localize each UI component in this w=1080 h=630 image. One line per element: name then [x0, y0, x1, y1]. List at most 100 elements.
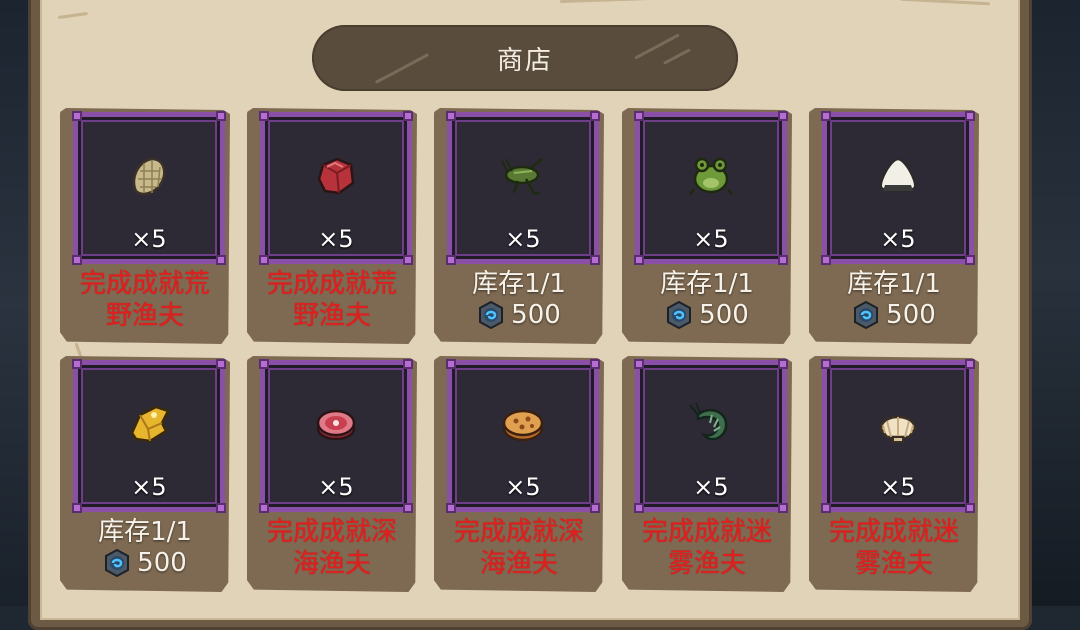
item-quantity: ×5	[505, 473, 541, 501]
slot-corner-gem	[778, 111, 788, 121]
item-quantity: ×5	[131, 225, 167, 253]
slot-corner-gem	[446, 503, 456, 513]
slot-corner-gem	[216, 255, 226, 265]
item-slot[interactable]: ×5	[446, 359, 600, 513]
gem-coin-icon	[103, 548, 131, 578]
price-value: 500	[137, 548, 187, 578]
slot-corner-gem	[590, 111, 600, 121]
item-quantity: ×5	[880, 225, 916, 253]
gem-coin-icon	[852, 300, 880, 330]
raw-meat-icon	[313, 153, 359, 199]
slot-corner-gem	[634, 503, 644, 513]
shop-item-card[interactable]: ×5 完成成就深 海渔夫	[434, 356, 604, 592]
slot-corner-gem	[590, 359, 600, 369]
slot-corner-gem	[778, 255, 788, 265]
scallop-icon	[875, 401, 921, 447]
background-right	[1032, 0, 1080, 606]
shop-item-card[interactable]: ×5 完成成就荒 野渔夫	[60, 108, 230, 344]
item-quantity: ×5	[131, 473, 167, 501]
unlock-requirement-text: 完成成就深	[266, 517, 397, 547]
unlock-requirement-text: 完成成就迷	[641, 517, 772, 547]
shop-title-bar: 商店	[312, 25, 738, 91]
slot-corner-gem	[821, 503, 831, 513]
shop-item-card[interactable]: ×5 库存1/1 500	[60, 356, 230, 592]
item-price: 500	[809, 300, 979, 330]
shop-item-card[interactable]: ×5 完成成就深 海渔夫	[247, 356, 417, 592]
golden-shell-icon	[126, 401, 172, 447]
slot-corner-gem	[965, 111, 975, 121]
shop-item-card[interactable]: ×5 完成成就迷 雾渔夫	[622, 356, 792, 592]
unlock-requirement-text: 野渔夫	[292, 301, 371, 331]
gem-coin-icon	[477, 300, 505, 330]
item-slot[interactable]: ×5	[259, 111, 413, 265]
unlock-requirement-text: 完成成就迷	[828, 517, 959, 547]
shop-item-card[interactable]: ×5 完成成就荒 野渔夫	[247, 108, 417, 344]
unlock-requirement-text: 完成成就深	[453, 517, 584, 547]
slot-corner-gem	[446, 359, 456, 369]
slot-corner-gem	[590, 503, 600, 513]
item-quantity: ×5	[318, 473, 354, 501]
unlock-requirement-text: 雾渔夫	[667, 549, 746, 579]
unlock-requirement-text: 雾渔夫	[854, 549, 933, 579]
frog-icon	[688, 153, 734, 199]
shop-item-card[interactable]: ×5 库存1/1 500	[622, 108, 792, 344]
slot-corner-gem	[216, 111, 226, 121]
item-quantity: ×5	[505, 225, 541, 253]
shop-item-card[interactable]: ×5 完成成就迷 雾渔夫	[809, 356, 979, 592]
unlock-requirement-text: 野渔夫	[105, 301, 184, 331]
slot-corner-gem	[821, 359, 831, 369]
shop-title: 商店	[496, 45, 553, 76]
item-quantity: ×5	[693, 473, 729, 501]
slot-corner-gem	[72, 255, 82, 265]
stock-text: 库存1/1	[98, 517, 192, 547]
item-slot[interactable]: ×5	[634, 111, 788, 265]
item-price: 500	[622, 300, 792, 330]
shop-item-card[interactable]: ×5 库存1/1 500	[809, 108, 979, 344]
slot-corner-gem	[403, 503, 413, 513]
item-slot[interactable]: ×5	[821, 359, 975, 513]
slot-corner-gem	[259, 503, 269, 513]
slot-corner-gem	[216, 359, 226, 369]
slot-corner-gem	[634, 255, 644, 265]
slot-corner-gem	[821, 255, 831, 265]
item-slot[interactable]: ×5	[446, 111, 600, 265]
slot-corner-gem	[259, 111, 269, 121]
slot-corner-gem	[446, 255, 456, 265]
rice-ball-icon	[875, 153, 921, 199]
unlock-requirement-text: 完成成就荒	[79, 269, 210, 299]
slot-corner-gem	[965, 255, 975, 265]
item-price: 500	[434, 300, 604, 330]
item-price: 500	[60, 548, 230, 578]
stock-text: 库存1/1	[472, 269, 566, 299]
fish-scale-icon	[126, 153, 172, 199]
slot-corner-gem	[590, 255, 600, 265]
item-quantity: ×5	[880, 473, 916, 501]
item-slot[interactable]: ×5	[259, 359, 413, 513]
item-slot[interactable]: ×5	[72, 359, 226, 513]
unlock-requirement-text: 海渔夫	[479, 549, 558, 579]
slot-corner-gem	[259, 359, 269, 369]
shrimp-icon	[688, 401, 734, 447]
gem-coin-icon	[665, 300, 693, 330]
item-slot[interactable]: ×5	[72, 111, 226, 265]
slot-corner-gem	[965, 503, 975, 513]
steak-icon	[313, 401, 359, 447]
slot-corner-gem	[403, 255, 413, 265]
slot-corner-gem	[216, 503, 226, 513]
slot-corner-gem	[403, 111, 413, 121]
slot-corner-gem	[634, 359, 644, 369]
slot-corner-gem	[965, 359, 975, 369]
shop-item-card[interactable]: ×5 库存1/1 500	[434, 108, 604, 344]
slot-corner-gem	[72, 111, 82, 121]
slot-corner-gem	[778, 503, 788, 513]
slot-corner-gem	[634, 111, 644, 121]
price-value: 500	[886, 300, 936, 330]
slot-corner-gem	[72, 503, 82, 513]
stock-text: 库存1/1	[660, 269, 754, 299]
slot-corner-gem	[778, 359, 788, 369]
slot-corner-gem	[259, 255, 269, 265]
item-slot[interactable]: ×5	[821, 111, 975, 265]
slot-corner-gem	[821, 111, 831, 121]
unlock-requirement-text: 完成成就荒	[266, 269, 397, 299]
item-slot[interactable]: ×5	[634, 359, 788, 513]
